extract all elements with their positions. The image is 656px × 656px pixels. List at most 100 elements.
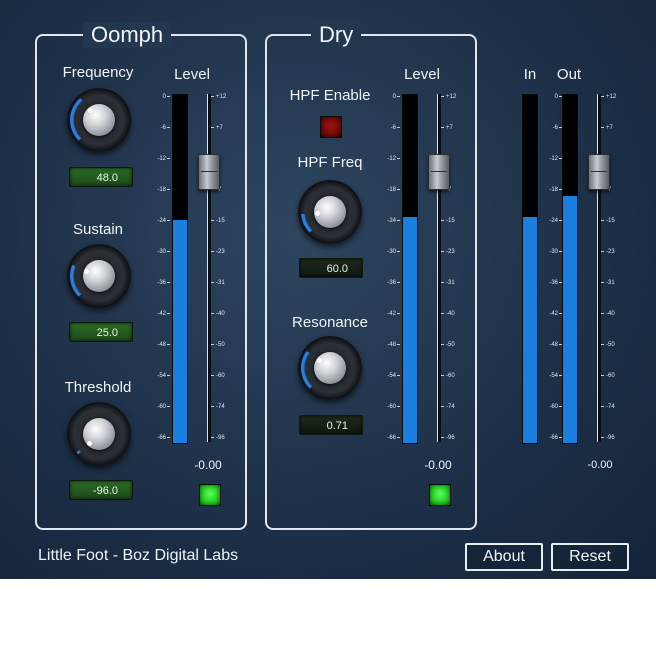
scale-tick-label: -42 <box>157 311 166 317</box>
scale-tick-label: -54 <box>157 373 166 379</box>
scale-tick-label: -40 <box>606 311 615 317</box>
scale-tick-label: -15 <box>446 218 455 224</box>
hpf-freq-knob[interactable] <box>298 180 362 244</box>
scale-tick: -12 <box>146 154 170 164</box>
oomph-level-fader[interactable] <box>198 153 220 190</box>
scale-tick: +7 <box>441 123 465 133</box>
frequency-value[interactable]: 48.0 <box>69 167 133 187</box>
scale-tick: -23 <box>601 247 625 257</box>
scale-tick-label: -36 <box>549 280 558 286</box>
scale-tick-label: -48 <box>549 342 558 348</box>
scale-tick: -30 <box>146 247 170 257</box>
scale-tick: -23 <box>211 247 235 257</box>
scale-tick: -40 <box>211 309 235 319</box>
scale-tick-label: -36 <box>387 280 396 286</box>
scale-tick: -31 <box>601 278 625 288</box>
scale-tick-label: -6 <box>552 125 558 131</box>
output-level-fader[interactable] <box>588 153 610 190</box>
scale-tick: -12 <box>376 154 400 164</box>
sustain-knob-cap <box>83 260 115 292</box>
scale-tick-label: -40 <box>446 311 455 317</box>
scale-tick-label: -54 <box>549 373 558 379</box>
plugin-window: Oomph Frequency 48.0 Sustain 25.0 Thresh… <box>0 0 656 579</box>
scale-tick: +7 <box>601 123 625 133</box>
scale-tick-label: -31 <box>216 280 225 286</box>
scale-tick: -18 <box>146 185 170 195</box>
sustain-knob[interactable] <box>67 244 131 308</box>
scale-tick: 0 <box>538 92 562 102</box>
scale-tick-label: -23 <box>216 249 225 255</box>
scale-tick: -36 <box>538 278 562 288</box>
scale-tick-label: -74 <box>446 404 455 410</box>
scale-tick-label: -96 <box>606 435 615 441</box>
hpf-freq-value[interactable]: 60.0 <box>299 258 363 278</box>
scale-tick: -23 <box>441 247 465 257</box>
resonance-value[interactable]: 0.71 <box>299 415 363 435</box>
oomph-fader-track <box>207 94 211 442</box>
scale-tick-label: -42 <box>387 311 396 317</box>
scale-tick: -15 <box>601 216 625 226</box>
resonance-knob-cap <box>314 352 346 384</box>
threshold-value[interactable]: -96.0 <box>69 480 133 500</box>
scale-tick: -18 <box>538 185 562 195</box>
scale-tick-label: 0 <box>392 94 396 100</box>
input-meter-fill <box>523 216 537 443</box>
scale-tick-label: -12 <box>157 156 166 162</box>
scale-tick: 0 <box>376 92 400 102</box>
scale-tick-label: +7 <box>446 125 453 131</box>
scale-tick-label: +12 <box>446 94 457 100</box>
about-button[interactable]: About <box>465 543 543 571</box>
oomph-level-meter-fill <box>173 220 187 443</box>
hpf-freq-label: HPF Freq <box>297 154 363 171</box>
resonance-knob[interactable] <box>298 336 362 400</box>
scale-tick: -31 <box>441 278 465 288</box>
scale-tick-label: +7 <box>606 125 613 131</box>
hpf-enable-label: HPF Enable <box>289 87 371 104</box>
oomph-level-label: Level <box>174 66 210 83</box>
scale-tick: -54 <box>376 371 400 381</box>
scale-tick-label: -18 <box>157 187 166 193</box>
scale-tick: -36 <box>146 278 170 288</box>
scale-tick-label: -60 <box>387 404 396 410</box>
scale-tick-label: -60 <box>157 404 166 410</box>
scale-tick: 0 <box>146 92 170 102</box>
dry-level-fader[interactable] <box>428 153 450 190</box>
scale-tick: -42 <box>376 309 400 319</box>
input-meter <box>522 94 538 444</box>
scale-tick: -60 <box>376 402 400 412</box>
scale-tick: -40 <box>601 309 625 319</box>
scale-tick: -24 <box>376 216 400 226</box>
oomph-enable-led[interactable] <box>199 484 221 506</box>
scale-tick-label: -60 <box>446 373 455 379</box>
sustain-value[interactable]: 25.0 <box>69 322 133 342</box>
dry-enable-led[interactable] <box>429 484 451 506</box>
scale-tick-label: -23 <box>606 249 615 255</box>
oomph-level-meter <box>172 94 188 444</box>
sustain-label: Sustain <box>72 221 124 238</box>
scale-tick-label: -6 <box>390 125 396 131</box>
scale-tick: -30 <box>376 247 400 257</box>
output-level-readout: -0.00 <box>587 459 613 471</box>
scale-tick-label: -66 <box>549 435 558 441</box>
scale-tick: -6 <box>538 123 562 133</box>
scale-tick-label: -6 <box>160 125 166 131</box>
scale-tick: -66 <box>538 433 562 443</box>
scale-tick: -50 <box>601 340 625 350</box>
in-label: In <box>523 66 537 83</box>
scale-tick: -24 <box>538 216 562 226</box>
scale-tick: +12 <box>211 92 235 102</box>
scale-tick-label: -96 <box>216 435 225 441</box>
scale-tick-label: -48 <box>387 342 396 348</box>
threshold-knob[interactable] <box>67 402 131 466</box>
dry-level-meter-fill <box>403 216 417 443</box>
scale-tick-label: -18 <box>549 187 558 193</box>
hpf-freq-knob-indicator <box>314 210 320 216</box>
scale-tick-label: -50 <box>446 342 455 348</box>
scale-tick-label: -50 <box>216 342 225 348</box>
reset-button[interactable]: Reset <box>551 543 629 571</box>
hpf-enable-toggle[interactable] <box>320 116 342 138</box>
scale-tick-label: -96 <box>446 435 455 441</box>
frequency-knob[interactable] <box>67 88 131 152</box>
output-fader-track <box>597 94 601 442</box>
scale-tick: -54 <box>538 371 562 381</box>
